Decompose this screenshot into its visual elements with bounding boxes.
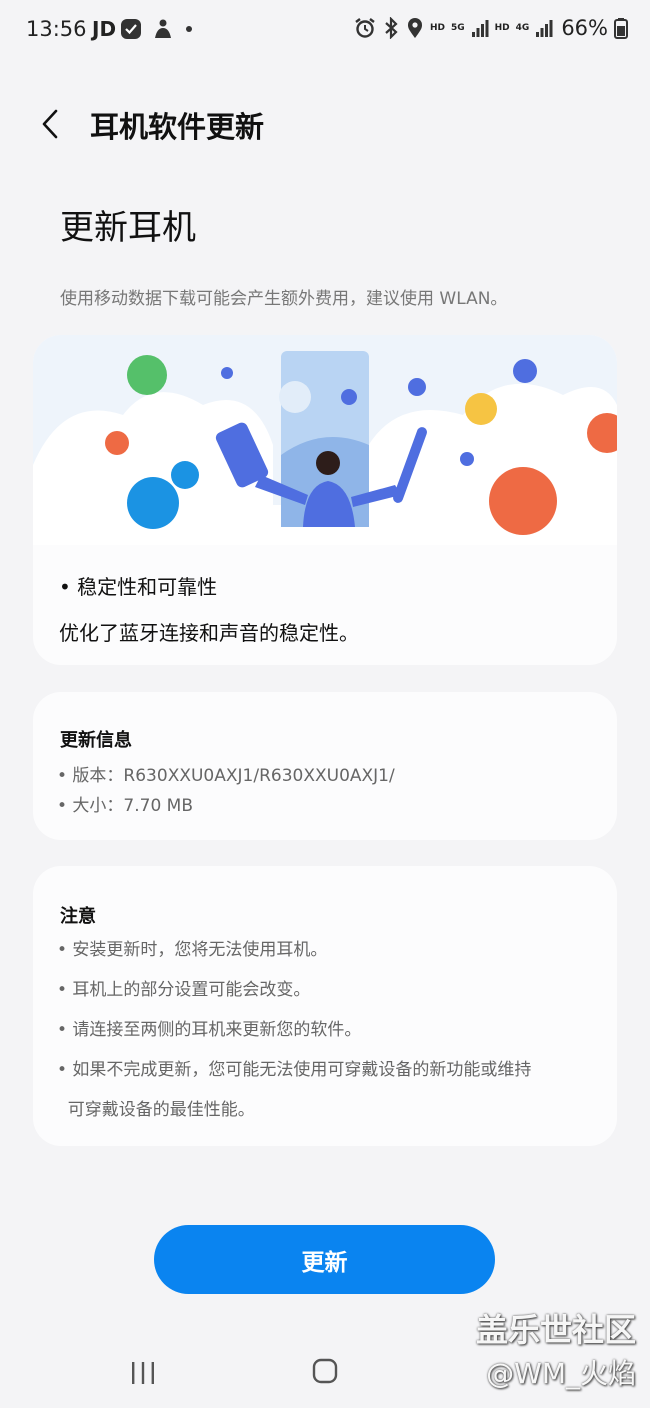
dot-icon [186, 26, 192, 32]
release-note-description: 优化了蓝牙连接和声音的稳定性。 [59, 621, 359, 645]
note-item: 可穿戴设备的最佳性能。 [57, 1100, 255, 1120]
status-carrier: JD [92, 17, 117, 41]
hero-illustration [33, 335, 617, 545]
recent-apps-icon[interactable] [130, 1360, 156, 1386]
note-item: • 耳机上的部分设置可能会改变。 [57, 980, 311, 1000]
alarm-icon [355, 18, 375, 38]
notes-card: 注意 • 安装更新时，您将无法使用耳机。 • 耳机上的部分设置可能会改变。 • … [33, 866, 617, 1146]
note-item: • 请连接至两侧的耳机来更新您的软件。 [57, 1020, 362, 1040]
bluetooth-icon [385, 17, 398, 39]
section-title: 更新耳机 [60, 208, 196, 248]
update-info-title: 更新信息 [60, 730, 132, 751]
home-icon[interactable] [312, 1358, 338, 1386]
status-time: 13:56 [26, 17, 87, 41]
release-notes-card: • 稳定性和可靠性 优化了蓝牙连接和声音的稳定性。 [33, 335, 617, 665]
signal-icon [471, 20, 489, 37]
update-button[interactable]: 更新 [154, 1225, 495, 1294]
chevron-left-icon [42, 109, 58, 139]
update-info-card: 更新信息 • 版本：R630XXU0AXJ1/R630XXU0AXJ1/ • 大… [33, 692, 617, 840]
release-note-bullet: • 稳定性和可靠性 [59, 575, 218, 599]
notes-title: 注意 [60, 906, 96, 927]
notes-list: • 安装更新时，您将无法使用耳机。 • 耳机上的部分设置可能会改变。 • 请连接… [57, 930, 597, 1130]
signal-icon-2 [536, 20, 553, 37]
hd-label-2: HD [494, 22, 510, 33]
status-left-icons [120, 18, 194, 40]
note-item: • 如果不完成更新，您可能无法使用可穿戴设备的新功能或维持 [57, 1060, 532, 1080]
hd-label-1: HD [429, 22, 445, 33]
back-button[interactable] [30, 102, 70, 146]
navigation-bar [0, 1340, 650, 1408]
battery-icon [614, 18, 628, 39]
person-icon [155, 19, 171, 38]
check-badge-icon [121, 19, 141, 39]
network-4g-label: 4G [515, 22, 530, 33]
page-title: 耳机软件更新 [90, 110, 265, 144]
battery-percent: 66% [561, 16, 608, 40]
update-size: • 大小：7.70 MB [57, 796, 194, 816]
data-usage-notice: 使用移动数据下载可能会产生额外费用，建议使用 WLAN。 [60, 289, 508, 309]
network-5g-label: 5G [450, 22, 465, 33]
location-icon [407, 18, 422, 38]
note-item: • 安装更新时，您将无法使用耳机。 [57, 940, 328, 960]
app-header: 耳机软件更新 [0, 92, 650, 156]
status-bar: 13:56 JD HD 5G HD 4G 66% [0, 0, 650, 62]
status-right-icons: HD 5G HD 4G 66% [354, 16, 628, 40]
